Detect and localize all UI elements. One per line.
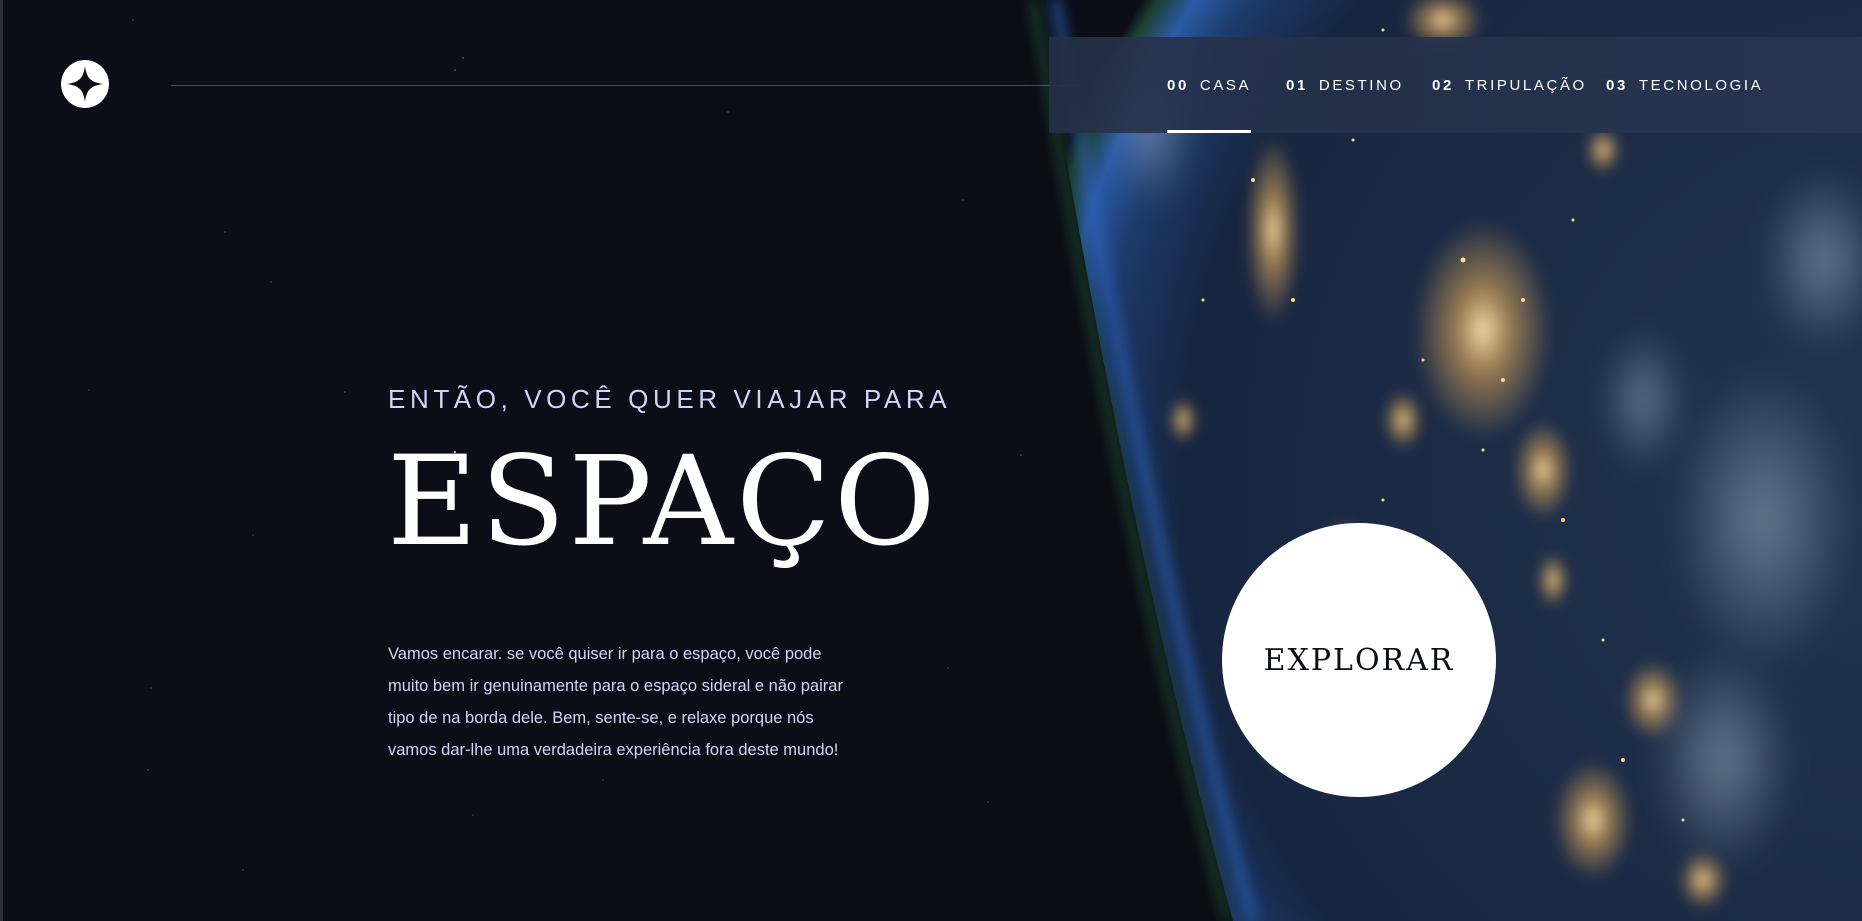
nav-item-label: TRIPULAÇÃO [1464,76,1587,94]
header-divider-line [171,85,1078,86]
hero-title: ESPAÇO [387,430,939,574]
nav-item-label: CASA [1199,76,1252,94]
explore-button-label: EXPLORAR [1263,642,1455,678]
star-logo-icon [67,66,103,102]
nav-item-casa[interactable]: 00 CASA [1167,37,1252,133]
primary-navigation: 00 CASA 01 DESTINO 02 TRIPULAÇÃO 03 TECN… [1049,37,1862,133]
nav-item-number: 03 [1606,76,1628,94]
home-logo[interactable] [61,60,109,108]
home-page: 00 CASA 01 DESTINO 02 TRIPULAÇÃO 03 TECN… [0,0,1862,921]
hero-description: Vamos encarar. se você quiser ir para o … [388,645,843,759]
hero-eyebrow: ENTÃO, VOCÊ QUER VIAJAR PARA [388,384,952,414]
nav-item-tecnologia[interactable]: 03 TECNOLOGIA [1606,37,1763,133]
nav-item-label: DESTINO [1318,76,1404,94]
nav-item-number: 01 [1286,76,1308,94]
nav-item-label: TECNOLOGIA [1638,76,1764,94]
nav-item-number: 02 [1432,76,1454,94]
nav-item-tripulacao[interactable]: 02 TRIPULAÇÃO [1432,37,1587,133]
explore-button[interactable]: EXPLORAR [1222,523,1496,797]
nav-item-number: 00 [1167,76,1189,94]
nav-item-destino[interactable]: 01 DESTINO [1286,37,1404,133]
